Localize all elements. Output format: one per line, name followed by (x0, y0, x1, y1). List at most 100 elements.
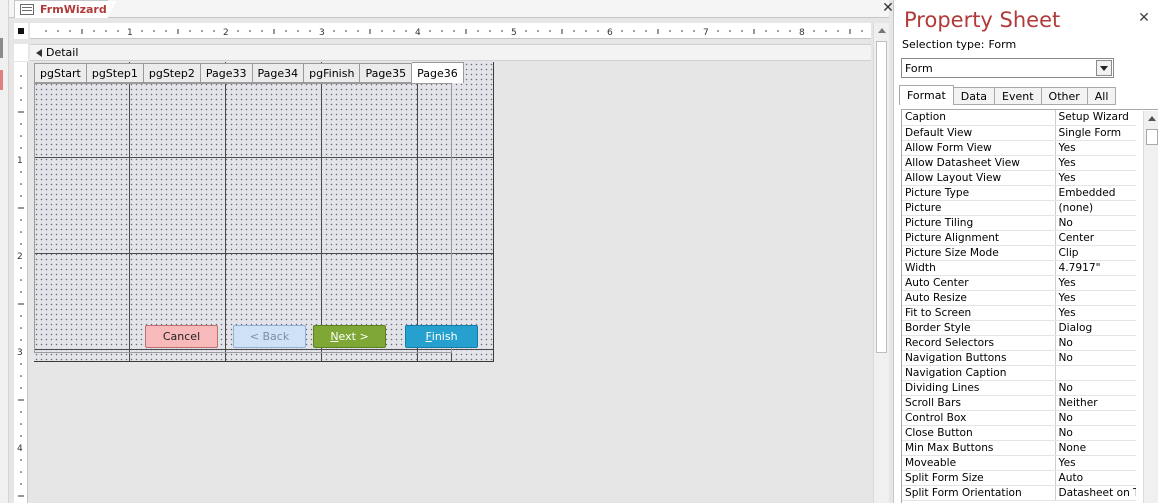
ruler-tick (20, 435, 22, 437)
tab-data[interactable]: Data (953, 87, 996, 105)
property-value[interactable]: Yes (1055, 155, 1136, 171)
property-row[interactable]: Picture Alignment Center (902, 230, 1136, 246)
property-value[interactable]: (none) (1055, 200, 1136, 216)
page-tab-pgstep1[interactable]: pgStep1 (86, 63, 144, 83)
property-row[interactable]: Scroll Bars Neither (902, 395, 1136, 411)
ruler-tick (741, 30, 743, 32)
document-tab-frmwizard[interactable]: FrmWizard (14, 0, 116, 19)
property-value[interactable]: Yes (1055, 140, 1136, 156)
vertical-ruler[interactable]: 1 2 3 4 (14, 62, 28, 503)
property-value[interactable]: No (1055, 215, 1136, 231)
object-selector-dropdown[interactable]: Form (901, 58, 1114, 78)
property-value[interactable]: No (1055, 335, 1136, 351)
property-name: Dividing Lines (902, 380, 1056, 396)
property-row[interactable]: Fit to Screen Yes (902, 305, 1136, 321)
scroll-up-icon[interactable] (878, 28, 886, 33)
property-row[interactable]: Allow Form View Yes (902, 140, 1136, 156)
scroll-thumb[interactable] (876, 41, 887, 353)
property-row[interactable]: Navigation Buttons No (902, 350, 1136, 366)
property-value[interactable]: Auto (1055, 470, 1136, 486)
property-name: Navigation Buttons (902, 350, 1056, 366)
property-scrollbar[interactable] (1143, 111, 1158, 503)
property-row[interactable]: Navigation Caption (902, 365, 1136, 381)
property-row[interactable]: Close Button No (902, 425, 1136, 441)
page-tab-page35[interactable]: Page35 (360, 63, 413, 83)
ruler-tick (669, 30, 671, 32)
page-tab-pgfinish[interactable]: pgFinish (304, 63, 361, 83)
property-value[interactable]: Clip (1055, 245, 1136, 261)
page-tab-pgstart[interactable]: pgStart (34, 63, 87, 83)
ruler-tick (285, 30, 287, 32)
property-row[interactable]: Split Form Size Auto (902, 470, 1136, 486)
property-row[interactable]: Auto Resize Yes (902, 290, 1136, 306)
tab-control[interactable]: pgStart pgStep1 pgStep2 Page33 Page34 pg… (34, 62, 464, 83)
property-row[interactable]: Dividing Lines No (902, 380, 1136, 396)
property-value[interactable]: Neither (1055, 395, 1136, 411)
pane-marker (0, 38, 3, 58)
tab-format[interactable]: Format (899, 85, 954, 105)
property-row[interactable]: Border Style Dialog (902, 320, 1136, 336)
property-row[interactable]: Picture Type Embedded (902, 185, 1136, 201)
property-row[interactable]: Allow Layout View Yes (902, 170, 1136, 186)
ruler-tick (777, 30, 779, 32)
design-vertical-scrollbar[interactable] (873, 23, 889, 503)
property-row[interactable]: Caption Setup Wizard (902, 110, 1136, 126)
property-value[interactable]: No (1055, 380, 1136, 396)
ruler-tick (153, 30, 155, 32)
ruler-corner-selector[interactable] (14, 23, 28, 39)
property-value[interactable]: Setup Wizard (1055, 110, 1136, 126)
property-value[interactable]: Yes (1055, 170, 1136, 186)
property-value[interactable]: Yes (1055, 290, 1136, 306)
property-value[interactable]: Yes (1055, 455, 1136, 471)
property-value[interactable]: No (1055, 410, 1136, 426)
property-value[interactable]: Datasheet on T (1055, 485, 1136, 501)
property-value[interactable]: No (1055, 350, 1136, 366)
horizontal-ruler[interactable]: 1 2 3 4 5 6 7 8 (30, 23, 871, 39)
property-value[interactable]: None (1055, 440, 1136, 456)
property-value[interactable] (1055, 365, 1136, 381)
document-tab-label: FrmWizard (40, 3, 107, 16)
property-row[interactable]: Moveable Yes (902, 455, 1136, 471)
property-row[interactable]: Picture Tiling No (902, 215, 1136, 231)
page-tab-pgstep2[interactable]: pgStep2 (143, 63, 201, 83)
property-row[interactable]: Control Box No (902, 410, 1136, 426)
property-row[interactable]: Picture Size Mode Clip (902, 245, 1136, 261)
next-button[interactable]: Next > (313, 325, 386, 348)
property-row[interactable]: Default View Single Form (902, 125, 1136, 141)
tab-other[interactable]: Other (1041, 87, 1088, 105)
tab-event[interactable]: Event (995, 87, 1042, 105)
scroll-thumb[interactable] (1146, 129, 1158, 145)
property-row[interactable]: Picture (none) (902, 200, 1136, 216)
page-tab-page33[interactable]: Page33 (200, 63, 253, 83)
close-property-sheet-button[interactable]: ✕ (1137, 10, 1151, 26)
tab-all[interactable]: All (1087, 87, 1117, 105)
property-row[interactable]: Record Selectors No (902, 335, 1136, 351)
property-row[interactable]: Allow Datasheet View Yes (902, 155, 1136, 171)
property-row[interactable]: Auto Center Yes (902, 275, 1136, 291)
property-value[interactable]: Dialog (1055, 320, 1136, 336)
scroll-up-icon[interactable] (1148, 116, 1156, 121)
back-button[interactable]: < Back (233, 325, 306, 348)
property-value[interactable]: Single Form (1055, 125, 1136, 141)
property-value[interactable]: Yes (1055, 305, 1136, 321)
property-value[interactable]: Center (1055, 230, 1136, 246)
property-row[interactable]: Split Form Orientation Datasheet on T (902, 485, 1136, 501)
navigation-pane-strip[interactable] (0, 0, 9, 503)
detail-section-header[interactable]: Detail (30, 44, 871, 61)
chevron-down-icon[interactable] (1096, 60, 1112, 76)
property-value[interactable]: No (1055, 425, 1136, 441)
property-value[interactable]: Yes (1055, 275, 1136, 291)
property-row[interactable]: Width 4.7917" (902, 260, 1136, 276)
finish-button[interactable]: Finish (405, 325, 478, 348)
page-tab-page36[interactable]: Page36 (412, 62, 464, 83)
ruler-tick (297, 30, 299, 32)
cancel-button[interactable]: Cancel (145, 325, 218, 348)
property-tabs[interactable]: Format Data Event Other All (899, 85, 1117, 105)
property-value[interactable]: Embedded (1055, 185, 1136, 201)
property-row[interactable]: Min Max Buttons None (902, 440, 1136, 456)
property-name: Picture Size Mode (902, 245, 1056, 261)
form-design-grid[interactable]: pgStart pgStep1 pgStep2 Page33 Page34 pg… (34, 62, 494, 362)
page-tab-page34[interactable]: Page34 (252, 63, 305, 83)
property-value[interactable]: 4.7917" (1055, 260, 1136, 276)
tab-control-page[interactable] (34, 83, 452, 353)
